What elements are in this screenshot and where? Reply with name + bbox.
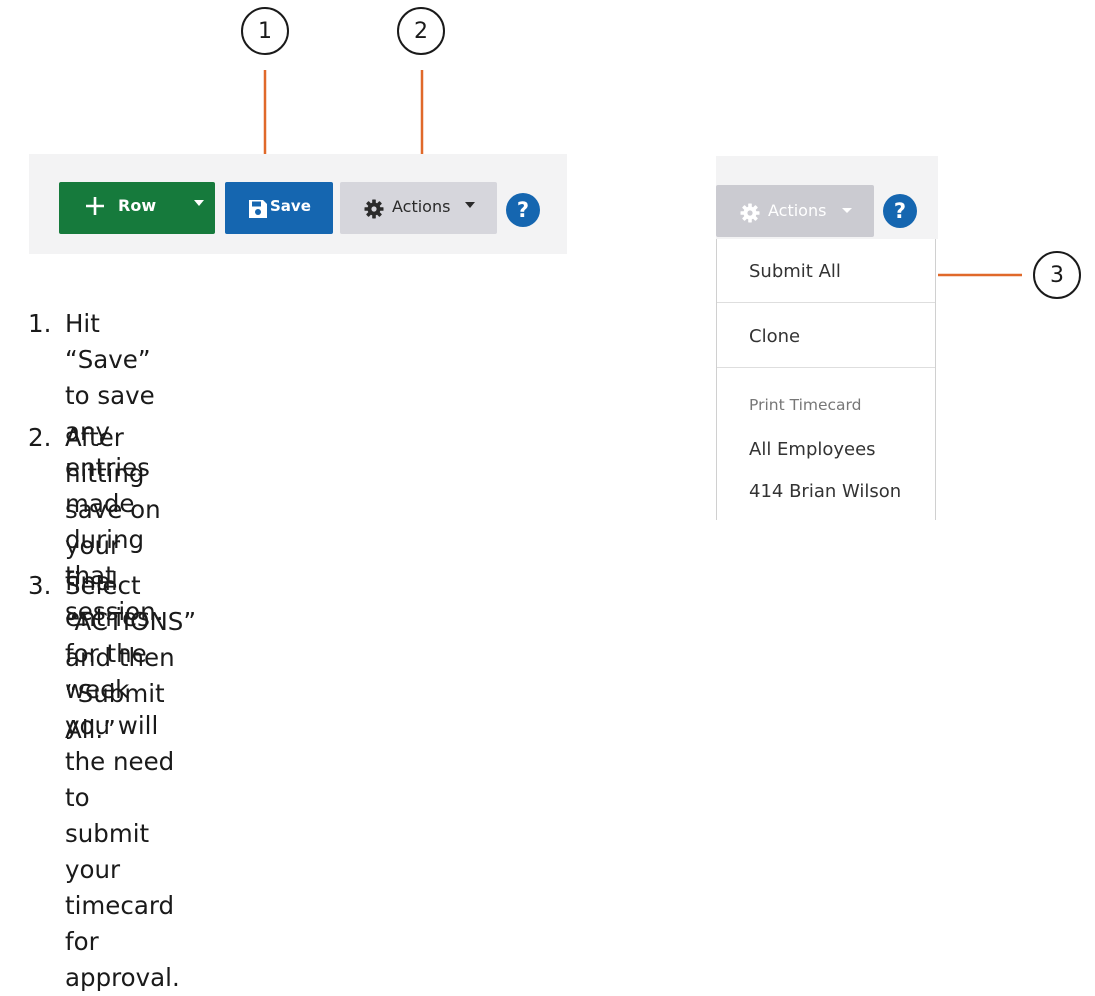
instruction-number: 3. [28,571,52,600]
save-button[interactable]: Save [225,182,333,234]
plus-icon [86,197,104,215]
toolbar: Row Save Actions ? [29,154,567,254]
menu-item-employee[interactable]: 414 Brian Wilson [749,481,901,502]
actions-label: Actions [392,197,451,216]
menu-item-submit-all[interactable]: Submit All [749,261,841,282]
add-row-button[interactable]: Row [59,182,215,234]
callout-2: 2 [397,7,445,55]
instruction-text: Select “ACTIONS” and then “Submit All.” [65,571,197,744]
chevron-down-icon [842,208,852,213]
actions-button[interactable]: Actions [716,185,874,237]
gear-icon [740,203,760,223]
menu-divider [717,367,935,368]
actions-menu: Submit All Clone Print Timecard All Empl… [716,239,936,520]
actions-label: Actions [768,201,827,220]
add-row-label: Row [118,196,157,215]
menu-item-all-employees[interactable]: All Employees [749,439,876,460]
chevron-down-icon[interactable] [194,200,204,206]
callout-3: 3 [1033,251,1081,299]
instruction-number: 2. [28,423,52,452]
callout-1: 1 [241,7,289,55]
menu-header-print-timecard: Print Timecard [749,396,862,414]
help-icon[interactable]: ? [506,193,540,227]
actions-dropdown-panel: Actions ? Submit All Clone Print Timecar… [716,156,938,520]
floppy-disk-icon [249,200,267,218]
menu-item-clone[interactable]: Clone [749,326,800,347]
actions-button[interactable]: Actions [340,182,497,234]
menu-divider [717,302,935,303]
gear-icon [364,199,384,219]
help-icon[interactable]: ? [883,194,917,228]
save-label: Save [270,197,311,215]
instruction-number: 1. [28,309,52,338]
chevron-down-icon [465,202,475,208]
